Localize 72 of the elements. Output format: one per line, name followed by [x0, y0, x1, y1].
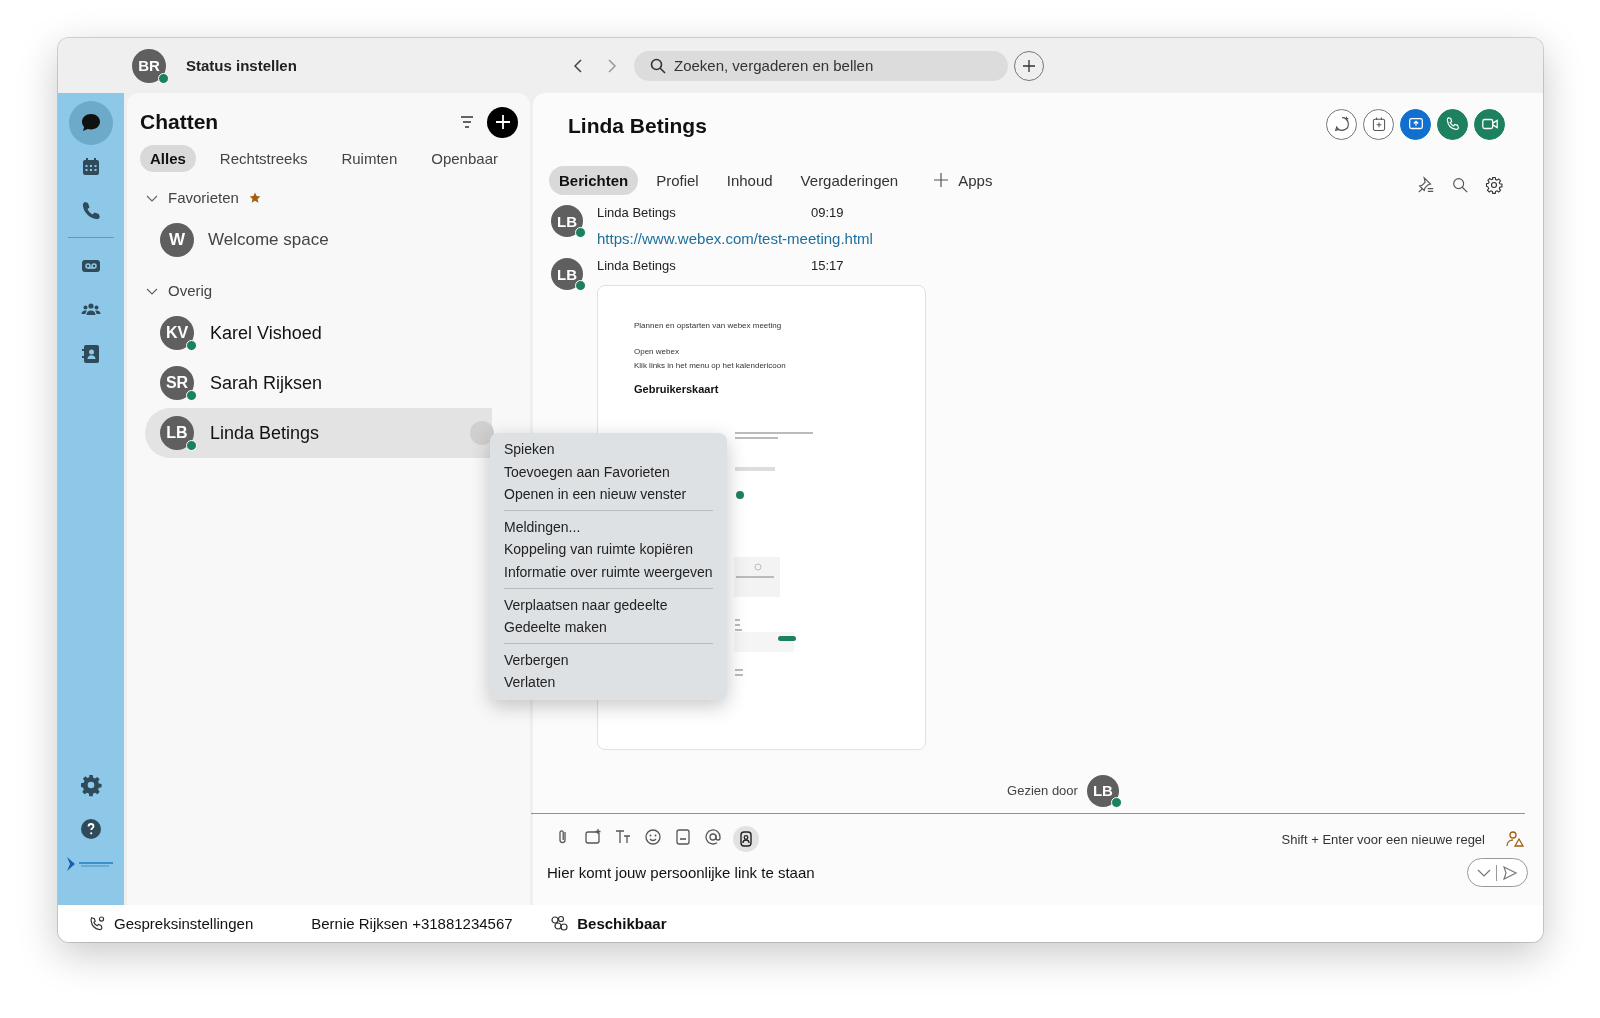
filter-tab[interactable]: Openbaar: [421, 145, 508, 172]
document-text: Open webex: [634, 347, 679, 356]
phone-settings-icon[interactable]: [88, 914, 106, 933]
activity-button[interactable]: [1326, 108, 1357, 140]
seen-by-label: Gezien door: [1007, 783, 1078, 798]
section-label[interactable]: Overig: [168, 282, 213, 299]
document-text: Klik links in het menu op het kalendericoon: [634, 361, 786, 370]
chat-list-item[interactable]: LB Linda Betings: [145, 408, 492, 458]
filter-tab[interactable]: Alles: [140, 145, 196, 172]
apps-tab[interactable]: Apps: [934, 171, 993, 189]
person-warning-icon[interactable]: [1505, 829, 1525, 849]
avatar: SR: [160, 366, 194, 400]
video-call-button[interactable]: [1474, 108, 1505, 140]
document-text: Plannen en opstarten van webex meeting: [634, 321, 782, 330]
calendar-add-icon: [1370, 116, 1387, 132]
conversation-title: Linda Betings: [568, 114, 708, 138]
status-text[interactable]: Status instellen: [186, 57, 572, 74]
phone-icon: [1444, 115, 1461, 133]
section-label[interactable]: Favorieten: [168, 189, 239, 206]
sender-name: Linda Betings: [597, 205, 677, 220]
people-icon[interactable]: [549, 913, 570, 934]
send-button[interactable]: [1467, 858, 1528, 887]
message-link[interactable]: https://www.webex.com/test-meeting.html: [597, 230, 873, 247]
avatar: LB: [551, 205, 583, 237]
message-time: 15:17: [811, 258, 844, 273]
avatar: BR: [132, 48, 166, 83]
help-icon: [79, 817, 103, 841]
pinned-list-icon[interactable]: [1417, 176, 1435, 194]
filter-tab[interactable]: Ruimten: [331, 145, 408, 172]
avatar: LB: [551, 258, 583, 290]
plus-icon: [495, 115, 510, 129]
conversation-tab[interactable]: Profiel: [646, 165, 709, 195]
avatar: LB: [160, 416, 194, 450]
message-time: 09:19: [811, 205, 844, 220]
plus-icon: [934, 173, 949, 187]
user-line-text: Bernie Rijksen +31881234567: [311, 915, 514, 932]
schedule-button[interactable]: [1363, 108, 1394, 140]
contact-name: Welcome space: [208, 230, 329, 250]
hint-text: Shift + Enter voor een nieuwe regel: [1281, 831, 1485, 847]
settings-icon: [79, 773, 103, 797]
call-button[interactable]: [1437, 108, 1468, 140]
contact-name: Linda Betings: [210, 422, 320, 444]
chat-list-item[interactable]: SR Sarah Rijksen: [145, 358, 492, 408]
search-icon[interactable]: [1451, 176, 1469, 194]
send-icon: [1502, 864, 1519, 881]
sender-name: Linda Betings: [597, 258, 677, 273]
message-input[interactable]: Hier komt jouw persoonlijke link te staan: [547, 864, 1467, 881]
chat-list-item[interactable]: W Welcome space: [145, 215, 492, 265]
conversation-tab[interactable]: Berichten: [549, 165, 639, 195]
call-settings-link[interactable]: Gespreksinstellingen: [114, 915, 254, 932]
plus-icon: [1022, 58, 1036, 73]
search-icon: [650, 57, 666, 74]
logo-icon: [67, 857, 115, 871]
availability-status[interactable]: Beschikbaar: [577, 915, 667, 932]
share-screen-button[interactable]: [1400, 108, 1431, 140]
search-field[interactable]: Zoeken, vergaderen en bellen: [634, 50, 1008, 81]
filter-tab[interactable]: Rechtstreeks: [209, 145, 318, 172]
rail-button[interactable]: [69, 101, 113, 145]
avatar: LB: [1086, 774, 1119, 807]
contact-name: Karel Vishoed: [210, 322, 322, 344]
document-heading: Gebruikerskaart: [634, 383, 719, 395]
chevron-icon: [1476, 867, 1491, 878]
avatar: W: [160, 223, 194, 257]
conversation-tab[interactable]: Vergaderingen: [790, 165, 909, 195]
conversation-tab[interactable]: Inhoud: [716, 165, 783, 195]
settings-icon[interactable]: [1485, 176, 1503, 194]
contact-name: Sarah Rijksen: [210, 372, 323, 394]
person-icon[interactable]: [733, 826, 759, 852]
panel-title: Chatten: [140, 110, 220, 134]
chat-list-item[interactable]: KV Karel Vishoed: [145, 308, 492, 358]
new-chat-button[interactable]: [487, 106, 518, 138]
avatar: KV: [160, 316, 194, 350]
